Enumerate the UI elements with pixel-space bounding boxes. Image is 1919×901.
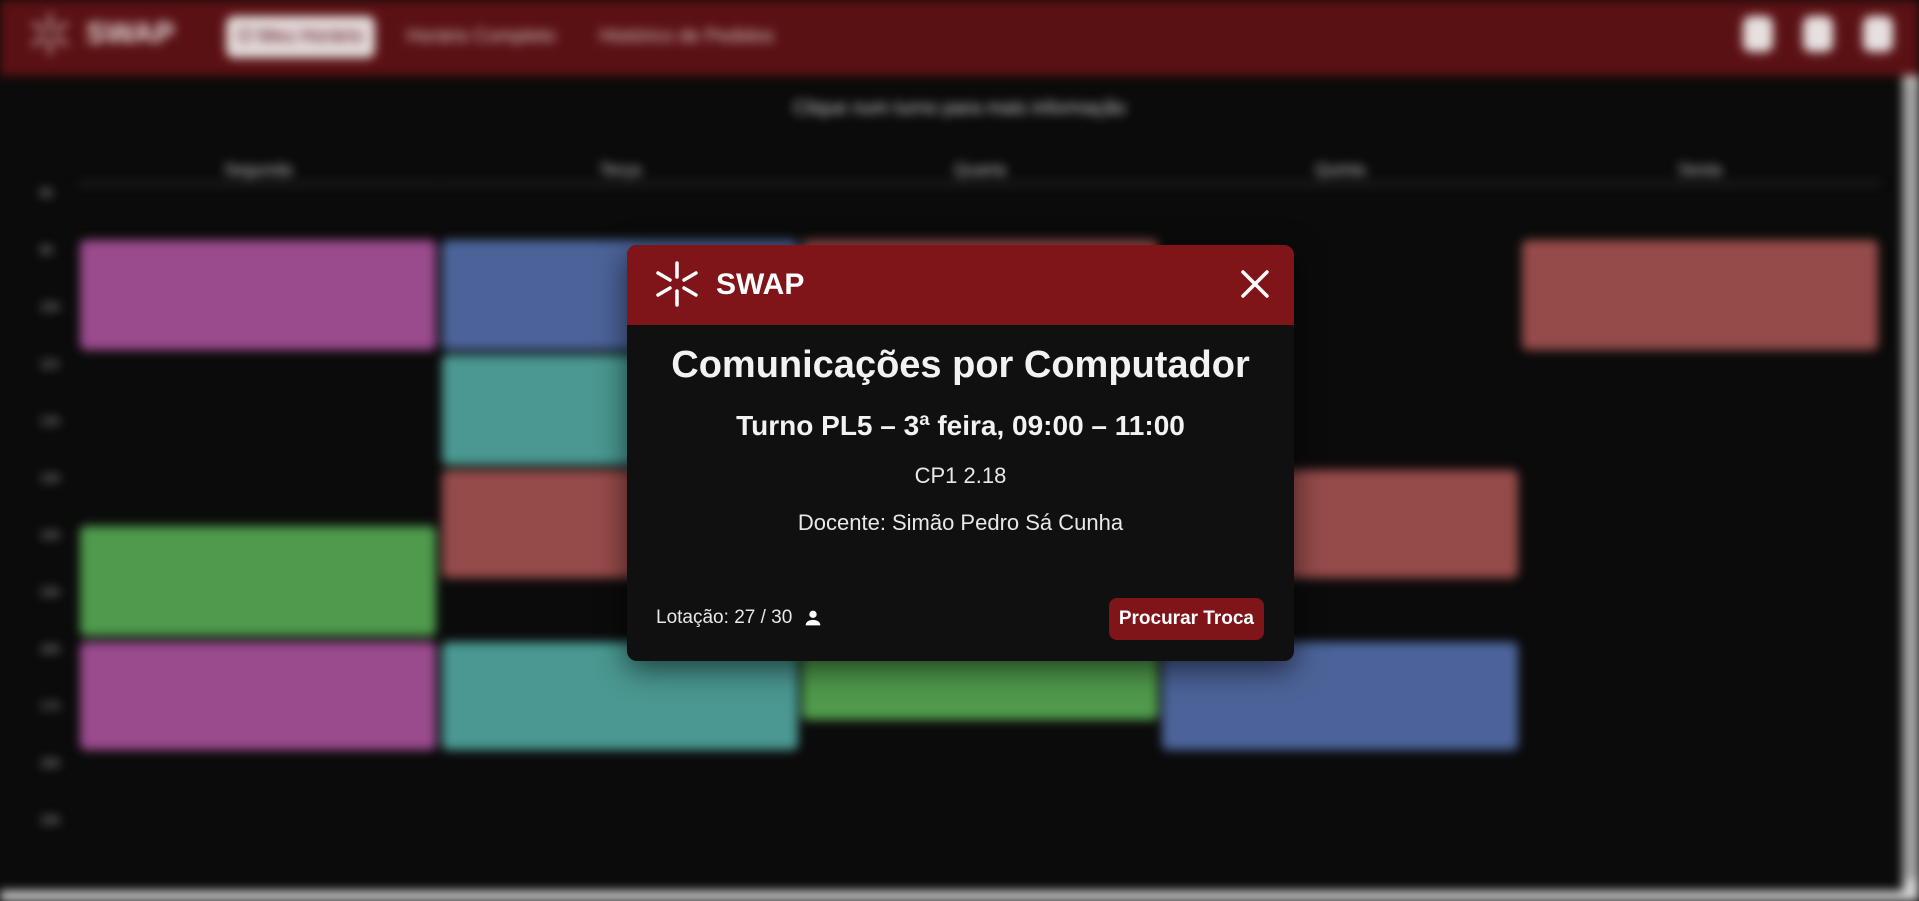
time-label: 18h — [40, 756, 61, 770]
shift-block[interactable] — [1522, 240, 1878, 350]
scrollbar-thumb[interactable] — [1906, 80, 1916, 880]
day-header-thursday: Quinta — [1160, 160, 1520, 185]
top-icons — [1743, 16, 1893, 52]
time-label: 12h — [40, 414, 61, 428]
theme-toggle-icon[interactable] — [1743, 16, 1773, 52]
modal-title: SWAP — [716, 268, 805, 301]
day-header-monday: Segunda — [78, 160, 438, 185]
shift-block[interactable] — [80, 642, 436, 750]
close-icon[interactable] — [1234, 263, 1276, 305]
horizontal-scrollbar[interactable] — [0, 891, 1903, 901]
tab-full-schedule[interactable]: Horário Completo — [395, 16, 568, 58]
search-swap-button[interactable]: Procurar Troca — [1108, 598, 1264, 640]
uminho-logo-icon — [656, 261, 698, 307]
uminho-logo-icon — [32, 13, 68, 55]
schedule-hint: Clique num turno para mais informação — [793, 98, 1126, 119]
time-label: 17h — [40, 699, 61, 713]
teacher-name: Simão Pedro Sá Cunha — [891, 510, 1124, 535]
notifications-bell-icon[interactable] — [1803, 16, 1833, 52]
time-label: 15h — [40, 585, 61, 599]
time-label: 16h — [40, 642, 61, 656]
teacher-label: Docente: — [797, 510, 886, 535]
nav-tabs: O Meu Horário Horário Completo Histórico… — [226, 16, 786, 58]
time-label: 19h — [40, 813, 61, 827]
person-icon — [805, 610, 821, 626]
shift-details-modal: SWAP Comunicações por Computador Turno P… — [627, 245, 1294, 661]
day-header-friday: Sexta — [1520, 160, 1880, 185]
course-name: Comunicações por Computador — [671, 344, 1250, 386]
day-header-tuesday: Terça — [440, 160, 800, 185]
capacity-text: Lotação: 27 / 30 — [656, 607, 792, 629]
teacher: Docente: Simão Pedro Sá Cunha — [627, 510, 1294, 536]
capacity-value: 27 / 30 — [734, 607, 793, 628]
time-label: 13h — [40, 471, 61, 485]
shift-info: Turno PL5 – 3ª feira, 09:00 – 11:00 — [736, 410, 1185, 441]
capacity-label: Lotação: — [656, 607, 729, 628]
tab-request-history[interactable]: Histórico de Pedidos — [588, 16, 786, 58]
time-label: 11h — [40, 357, 60, 371]
time-label: 14h — [40, 528, 61, 542]
shift-block[interactable] — [80, 526, 436, 636]
brand[interactable]: SWAP — [28, 12, 174, 56]
capacity: Lotação: 27 / 30 — [656, 607, 824, 629]
room: CP1 2.18 — [914, 463, 1007, 488]
day-header-wednesday: Quarta — [800, 160, 1160, 185]
vertical-scrollbar[interactable] — [1903, 76, 1919, 901]
time-label: 9h — [40, 243, 54, 257]
tab-my-schedule[interactable]: O Meu Horário — [226, 16, 375, 58]
top-navbar: SWAP O Meu Horário Horário Completo Hist… — [0, 0, 1919, 76]
time-label: 10h — [40, 300, 61, 314]
brand-name: SWAP — [86, 17, 175, 50]
shift-block[interactable] — [80, 240, 436, 350]
time-label: 8h — [40, 186, 54, 200]
modal-header: SWAP — [627, 245, 1294, 325]
logout-icon[interactable] — [1863, 16, 1893, 52]
